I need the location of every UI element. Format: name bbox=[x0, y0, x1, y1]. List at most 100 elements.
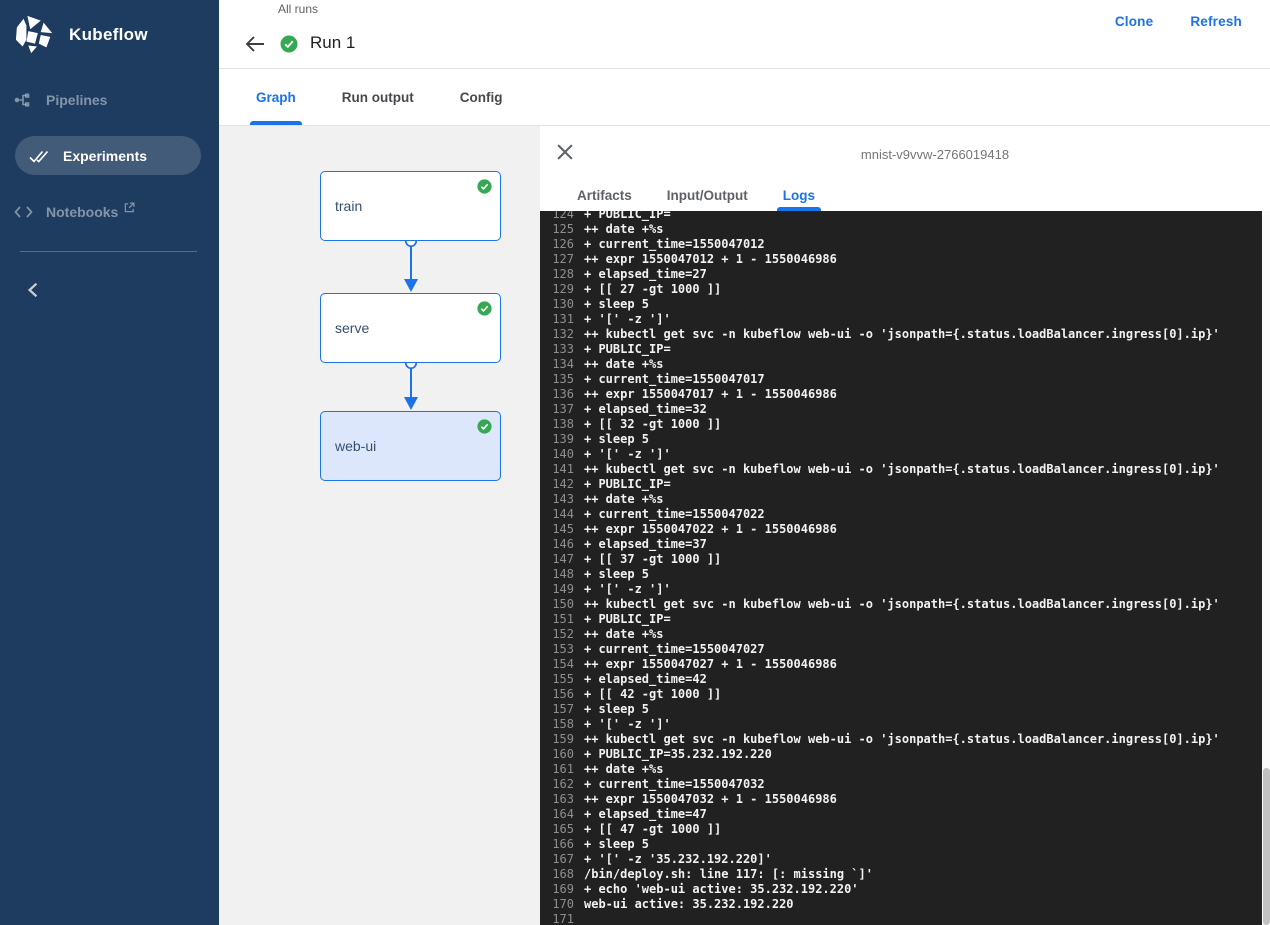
log-line: 159 ++ kubectl get svc -n kubeflow web-u… bbox=[540, 732, 1262, 747]
log-line-number: 131 bbox=[540, 312, 574, 327]
status-succeeded-icon bbox=[280, 35, 298, 53]
log-line-number: 162 bbox=[540, 777, 574, 792]
graph-node-serve[interactable]: serve bbox=[320, 293, 501, 363]
log-line-text: ++ kubectl get svc -n kubeflow web-ui -o… bbox=[584, 462, 1220, 477]
back-button[interactable] bbox=[244, 34, 266, 54]
node-label: serve bbox=[335, 320, 369, 336]
log-line: 134 ++ date +%s bbox=[540, 357, 1262, 372]
log-line-number: 124 bbox=[540, 211, 574, 222]
tab-artifacts[interactable]: Artifacts bbox=[575, 179, 634, 211]
log-line: 125 ++ date +%s bbox=[540, 222, 1262, 237]
graph-node-web-ui[interactable]: web-ui bbox=[320, 411, 501, 481]
breadcrumb-all-runs[interactable]: All runs bbox=[278, 2, 318, 16]
log-line-text: + sleep 5 bbox=[584, 297, 649, 312]
log-line: 126 + current_time=1550047012 bbox=[540, 237, 1262, 252]
log-line-text: + echo 'web-ui active: 35.232.192.220' bbox=[584, 882, 859, 897]
log-line-text: ++ date +%s bbox=[584, 762, 663, 777]
log-scrollbar-track[interactable] bbox=[1262, 211, 1270, 925]
clone-button[interactable]: Clone bbox=[1115, 14, 1154, 29]
log-line-number: 171 bbox=[540, 912, 574, 925]
pipelines-icon bbox=[0, 91, 46, 109]
log-line-number: 170 bbox=[540, 897, 574, 912]
log-line-number: 125 bbox=[540, 222, 574, 237]
panel-tabs: Artifacts Input/Output Logs bbox=[575, 179, 817, 211]
panel-title: mnist-v9vvw-2766019418 bbox=[600, 147, 1270, 162]
log-line: 155 + elapsed_time=42 bbox=[540, 672, 1262, 687]
status-succeeded-icon bbox=[477, 179, 492, 194]
log-line-text: + PUBLIC_IP=35.232.192.220 bbox=[584, 747, 772, 762]
log-line: 157 + sleep 5 bbox=[540, 702, 1262, 717]
sidebar-item-pipelines[interactable]: Pipelines bbox=[0, 80, 219, 120]
status-succeeded-icon bbox=[477, 419, 492, 434]
log-line: 156 + [[ 42 -gt 1000 ]] bbox=[540, 687, 1262, 702]
log-line-number: 143 bbox=[540, 492, 574, 507]
log-line-text: ++ kubectl get svc -n kubeflow web-ui -o… bbox=[584, 327, 1220, 342]
tab-config[interactable]: Config bbox=[458, 70, 505, 125]
log-line-text: + sleep 5 bbox=[584, 837, 649, 852]
log-line-text: ++ expr 1550047032 + 1 - 1550046986 bbox=[584, 792, 837, 807]
log-line-text: + '[' -z ']' bbox=[584, 582, 671, 597]
log-line: 129 + [[ 27 -gt 1000 ]] bbox=[540, 282, 1262, 297]
tab-input-output[interactable]: Input/Output bbox=[665, 179, 750, 211]
graph-node-train[interactable]: train bbox=[320, 171, 501, 241]
log-line: 130 + sleep 5 bbox=[540, 297, 1262, 312]
log-line-number: 164 bbox=[540, 807, 574, 822]
sidebar-item-label: Notebooks bbox=[46, 204, 118, 220]
log-line-number: 163 bbox=[540, 792, 574, 807]
log-line-text: ++ expr 1550047017 + 1 - 1550046986 bbox=[584, 387, 837, 402]
log-line: 147 + [[ 37 -gt 1000 ]] bbox=[540, 552, 1262, 567]
log-line: 150 ++ kubectl get svc -n kubeflow web-u… bbox=[540, 597, 1262, 612]
tab-logs[interactable]: Logs bbox=[781, 179, 817, 211]
header-actions: Clone Refresh bbox=[1115, 14, 1270, 29]
log-line-number: 144 bbox=[540, 507, 574, 522]
log-line: 133 + PUBLIC_IP= bbox=[540, 342, 1262, 357]
log-line-number: 157 bbox=[540, 702, 574, 717]
log-line: 170 web-ui active: 35.232.192.220 bbox=[540, 897, 1262, 912]
log-line: 164 + elapsed_time=47 bbox=[540, 807, 1262, 822]
node-details-panel: mnist-v9vvw-2766019418 Artifacts Input/O… bbox=[540, 126, 1270, 925]
log-line-text: + [[ 47 -gt 1000 ]] bbox=[584, 822, 721, 837]
log-line-number: 158 bbox=[540, 717, 574, 732]
log-line: 138 + [[ 32 -gt 1000 ]] bbox=[540, 417, 1262, 432]
log-line-text: + sleep 5 bbox=[584, 432, 649, 447]
log-line-number: 154 bbox=[540, 657, 574, 672]
log-line-number: 169 bbox=[540, 882, 574, 897]
pipeline-graph: train serve web-ui bbox=[219, 126, 540, 925]
log-line-text: + PUBLIC_IP= bbox=[584, 342, 671, 357]
log-line-number: 133 bbox=[540, 342, 574, 357]
log-line-number: 140 bbox=[540, 447, 574, 462]
log-line: 142 + PUBLIC_IP= bbox=[540, 477, 1262, 492]
log-line-text: + sleep 5 bbox=[584, 702, 649, 717]
log-line-number: 155 bbox=[540, 672, 574, 687]
sidebar-item-notebooks[interactable]: Notebooks bbox=[0, 192, 219, 232]
log-line-number: 148 bbox=[540, 567, 574, 582]
log-line-text: ++ expr 1550047022 + 1 - 1550046986 bbox=[584, 522, 837, 537]
log-line: 148 + sleep 5 bbox=[540, 567, 1262, 582]
sidebar-item-experiments[interactable]: Experiments bbox=[15, 136, 201, 175]
graph-edges bbox=[219, 126, 540, 925]
log-line: 168 /bin/deploy.sh: line 117: [: missing… bbox=[540, 867, 1262, 882]
log-line-number: 129 bbox=[540, 282, 574, 297]
log-scrollbar-thumb[interactable] bbox=[1263, 768, 1270, 925]
tab-graph[interactable]: Graph bbox=[254, 70, 298, 125]
sidebar-divider bbox=[20, 251, 197, 252]
log-line-number: 147 bbox=[540, 552, 574, 567]
log-line-text: web-ui active: 35.232.192.220 bbox=[584, 897, 794, 912]
log-line: 127 ++ expr 1550047012 + 1 - 1550046986 bbox=[540, 252, 1262, 267]
tab-run-output[interactable]: Run output bbox=[340, 70, 416, 125]
close-panel-button[interactable] bbox=[557, 144, 575, 162]
sidebar-collapse-button[interactable] bbox=[26, 282, 46, 298]
sidebar: Kubeflow Pipelines Experiments bbox=[0, 0, 219, 925]
refresh-button[interactable]: Refresh bbox=[1190, 14, 1242, 29]
log-line: 128 + elapsed_time=27 bbox=[540, 267, 1262, 282]
log-line-text: + current_time=1550047022 bbox=[584, 507, 765, 522]
run-tabs: Graph Run output Config bbox=[219, 70, 1270, 126]
log-line: 136 ++ expr 1550047017 + 1 - 1550046986 bbox=[540, 387, 1262, 402]
log-line-number: 159 bbox=[540, 732, 574, 747]
log-line-text: + [[ 42 -gt 1000 ]] bbox=[584, 687, 721, 702]
log-line-text: ++ kubectl get svc -n kubeflow web-ui -o… bbox=[584, 732, 1220, 747]
node-label: train bbox=[335, 198, 362, 214]
log-viewer[interactable]: 124 + PUBLIC_IP= 125 ++ date +%s 126 + c… bbox=[540, 211, 1262, 925]
run-header: All runs Run 1 Clone Refresh bbox=[219, 0, 1270, 69]
log-line-number: 150 bbox=[540, 597, 574, 612]
